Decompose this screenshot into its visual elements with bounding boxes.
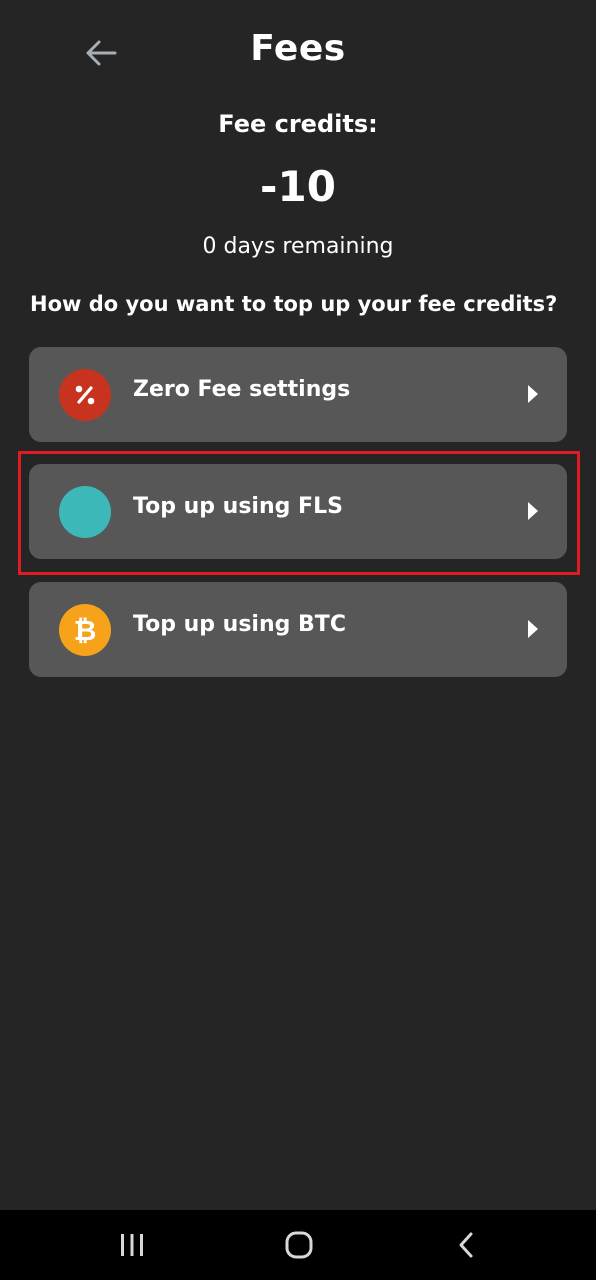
fee-credits-value: -10	[260, 162, 336, 211]
chevron-right-icon	[528, 620, 538, 638]
fls-coin-icon	[59, 486, 111, 538]
recent-apps-button[interactable]	[114, 1227, 150, 1263]
top-up-fls-option[interactable]: Top up using FLS	[29, 464, 567, 559]
days-remaining: 0 days remaining	[202, 234, 394, 259]
svg-text:₿: ₿	[74, 614, 97, 647]
page-title: Fees	[250, 28, 346, 69]
fees-screen: Fees Fee credits: -10 0 days remaining H…	[0, 0, 596, 1210]
fee-credits-label: Fee credits:	[218, 110, 378, 138]
system-nav-bar	[0, 1210, 596, 1280]
home-button[interactable]	[281, 1227, 317, 1263]
chevron-right-icon	[528, 385, 538, 403]
option-label: Top up using BTC	[133, 612, 346, 637]
percent-icon	[59, 369, 111, 421]
home-icon	[285, 1231, 313, 1259]
option-label: Top up using FLS	[133, 494, 343, 519]
nav-back-button[interactable]	[448, 1227, 484, 1263]
back-icon	[459, 1232, 473, 1258]
chevron-right-icon	[528, 502, 538, 520]
option-label: Zero Fee settings	[133, 377, 351, 402]
top-up-question: How do you want to top up your fee credi…	[30, 292, 558, 316]
bitcoin-icon: ₿	[59, 604, 111, 656]
recent-apps-icon	[121, 1234, 143, 1256]
zero-fee-settings-option[interactable]: Zero Fee settings	[29, 347, 567, 442]
top-up-btc-option[interactable]: ₿ Top up using BTC	[29, 582, 567, 677]
